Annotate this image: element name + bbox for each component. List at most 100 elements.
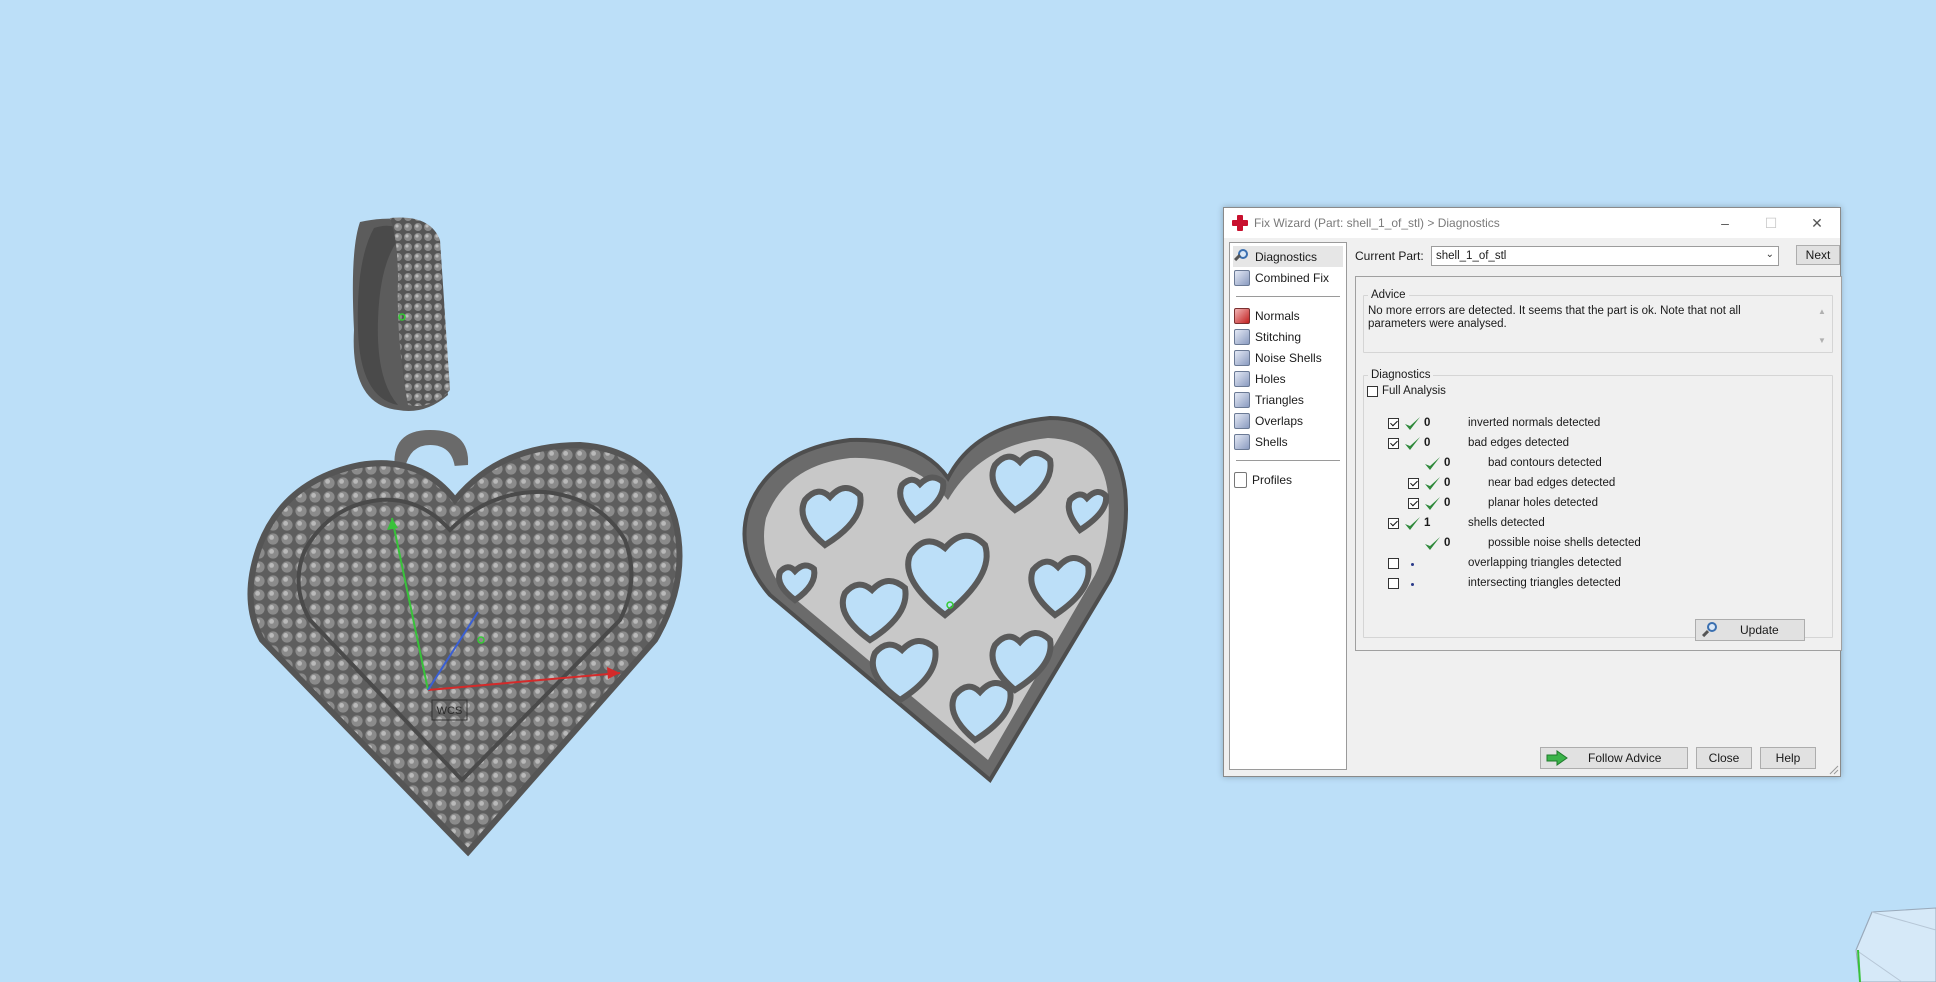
diagnostics-frame: Advice No more errors are detected. It s… [1355,276,1842,651]
nav-item-holes[interactable]: Holes [1230,368,1346,389]
scroll-down-icon[interactable]: ▼ [1816,336,1828,345]
beaded-heart-model[interactable]: WCS [247,430,683,857]
current-part-value: shell_1_of_stl [1436,250,1507,262]
noise-shells-icon [1234,349,1250,366]
nav-item-diagnostics[interactable]: Diagnostics [1233,246,1343,267]
nav-item-label: Holes [1255,371,1286,386]
green-check-icon [1405,417,1420,430]
nav-item-normals[interactable]: Normals [1230,305,1346,326]
diagnostic-count: 0 [1444,477,1451,489]
nav-item-label: Stitching [1255,329,1302,344]
nav-item-label: Overlaps [1255,413,1304,428]
diagnostic-label: shells detected [1468,517,1545,529]
overlaps-icon [1234,412,1250,429]
diagnostic-row: 0 possible noise shells detected [1364,535,1804,553]
nav-item-shells[interactable]: Shells [1230,431,1346,452]
nav-item-label: Noise Shells [1255,350,1322,365]
nav-item-label: Normals [1255,308,1300,323]
diagnostic-label: bad edges detected [1468,437,1570,449]
diagnostic-row: 0 inverted normals detected [1364,415,1804,433]
diagnostic-label: near bad edges detected [1488,477,1616,489]
diagnostic-row: 0 bad edges detected [1364,435,1804,453]
advice-legend: Advice [1371,289,1406,301]
diagnostics-legend: Diagnostics [1371,369,1431,381]
filigree-heart-model[interactable] [742,415,1128,784]
next-button[interactable]: Next [1796,245,1840,265]
diagnostic-checkbox[interactable] [1388,438,1399,449]
diagnostic-row: 0 bad contours detected [1364,455,1804,473]
pendant-bail-model[interactable] [352,217,450,411]
diagnostic-checkbox[interactable] [1408,478,1419,489]
diagnostic-checkbox[interactable] [1388,418,1399,429]
nav-item-triangles[interactable]: Triangles [1230,389,1346,410]
view-cube-widget[interactable] [1852,900,1936,982]
diagnostic-count: 0 [1444,537,1451,549]
diagnostic-label: bad contours detected [1488,457,1602,469]
current-part-select[interactable]: shell_1_of_stl ⌄ [1431,246,1779,266]
green-check-icon [1425,457,1440,470]
diagnostic-checkbox[interactable] [1388,558,1399,569]
diagnostic-label: inverted normals detected [1468,417,1601,429]
document-icon [1234,471,1247,488]
maximize-button: ☐ [1764,214,1778,231]
close-button[interactable]: Close [1696,747,1752,769]
diagnostic-checkbox[interactable] [1408,498,1419,509]
nav-divider [1236,296,1340,297]
diagnostic-label: intersecting triangles detected [1468,577,1621,589]
minimize-button[interactable]: – [1702,208,1748,238]
close-window-button[interactable]: ✕ [1794,208,1840,238]
fix-wizard-dialog: Fix Wizard (Part: shell_1_of_stl) > Diag… [1223,207,1842,777]
nav-item-label: Triangles [1255,392,1304,407]
stitching-icon [1234,328,1250,345]
nav-item-label: Diagnostics [1255,249,1318,264]
help-button[interactable]: Help [1760,747,1816,769]
follow-advice-button[interactable]: Follow Advice [1540,747,1688,769]
diagnostic-count: 0 [1424,417,1431,429]
diagnostic-row: 1 shells detected [1364,515,1804,533]
green-check-icon [1405,517,1420,530]
diagnostic-label: planar holes detected [1488,497,1598,509]
nav-item-label: Shells [1255,434,1288,449]
advice-text: No more errors are detected. It seems th… [1368,305,1741,330]
nav-item-label: Combined Fix [1255,270,1330,285]
green-check-icon [1425,477,1440,490]
shells-icon [1234,433,1250,450]
green-check-icon [1425,497,1440,510]
advice-group: Advice No more errors are detected. It s… [1363,289,1833,353]
diagnostic-count: 0 [1444,457,1451,469]
green-check-icon [1425,537,1440,550]
checkbox-box[interactable] [1367,386,1378,397]
wizard-nav-panel: Diagnostics Combined Fix Normals Stitchi… [1229,242,1347,770]
not-analysed-dot-icon [1411,563,1414,566]
dialog-titlebar[interactable]: Fix Wizard (Part: shell_1_of_stl) > Diag… [1224,208,1840,238]
normals-icon [1234,307,1250,324]
diagnostic-row: intersecting triangles detected [1364,575,1804,593]
nav-item-label: Profiles [1252,472,1293,487]
diagnostic-checkbox[interactable] [1388,518,1399,529]
holes-icon [1234,370,1250,387]
nav-item-noise-shells[interactable]: Noise Shells [1230,347,1346,368]
nav-item-stitching[interactable]: Stitching [1230,326,1346,347]
arrow-right-icon [1546,750,1568,766]
green-check-icon [1405,437,1420,450]
scroll-up-icon[interactable]: ▲ [1816,307,1828,316]
diagnostic-checkbox[interactable] [1388,578,1399,589]
advice-scrollbar[interactable]: ▲ ▼ [1816,307,1828,349]
not-analysed-dot-icon [1411,583,1414,586]
magnifier-icon [1702,622,1718,638]
nav-item-combined-fix[interactable]: Combined Fix [1230,267,1346,288]
diagnostic-row: overlapping triangles detected [1364,555,1804,573]
current-part-row: Current Part: shell_1_of_stl ⌄ Next [1355,245,1840,267]
nav-item-profiles[interactable]: Profiles [1230,469,1346,490]
update-button[interactable]: Update [1695,619,1805,641]
wcs-label: WCS [437,705,463,717]
update-button-label: Update [1740,623,1779,637]
diagnostic-label: overlapping triangles detected [1468,557,1622,569]
diagnostic-row: 0 near bad edges detected [1364,475,1804,493]
full-analysis-checkbox[interactable]: Full Analysis [1367,385,1487,399]
nav-item-overlaps[interactable]: Overlaps [1230,410,1346,431]
dialog-title: Fix Wizard (Part: shell_1_of_stl) > Diag… [1254,216,1500,230]
diagnostic-label: possible noise shells detected [1488,537,1641,549]
cube-icon [1234,269,1250,286]
resize-grip-icon[interactable] [1829,765,1839,775]
